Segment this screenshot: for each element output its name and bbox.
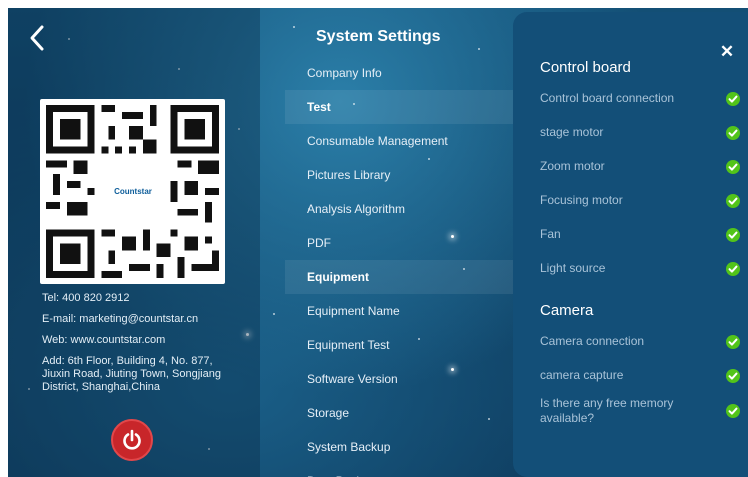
check-circle-icon [726,91,740,106]
status-label: Fan [540,227,561,241]
menu-item-system-backup[interactable]: System Backup [285,430,530,464]
menu-item-equipment-name[interactable]: Equipment Name [285,294,530,328]
status-row: Zoom motor [540,159,740,174]
chevron-left-icon [30,25,44,51]
menu-item-pdf[interactable]: PDF [285,226,530,260]
contact-email: E-mail: marketing@countstar.cn [42,313,199,325]
contact-tel: Tel: 400 820 2912 [42,292,130,304]
check-circle-icon [726,261,740,276]
power-icon [123,429,141,450]
status-row: Focusing motor [540,193,740,208]
screen: Countstar Tel: 400 820 2912 E-mail: mark… [8,8,748,477]
check-circle-icon [726,334,740,349]
qr-code: Countstar [40,99,225,284]
power-button[interactable] [111,419,153,461]
status-label: Zoom motor [540,159,605,173]
close-icon: ✕ [719,42,735,61]
contact-address: Add: 6th Floor, Building 4, No. 877, Jiu… [42,355,221,393]
contact-web: Web: www.countstar.com [42,334,166,346]
status-label: Is there any free memory available? [540,396,674,425]
status-label: Camera connection [540,334,645,348]
status-label: camera capture [540,368,624,382]
check-circle-icon [726,368,740,383]
menu-item-storage[interactable]: Storage [285,396,530,430]
menu-item-equipment-test[interactable]: Equipment Test [285,328,530,362]
status-row: Control board connection [540,91,740,106]
check-circle-icon [726,159,740,174]
equipment-test-panel: ✕ Control board Control board connection… [513,12,748,477]
page-title: System Settings [316,28,441,45]
check-circle-icon [726,125,740,140]
section-title-camera: Camera [540,302,594,319]
back-button[interactable] [24,24,50,52]
check-circle-icon [726,227,740,242]
menu-item-consumable-management[interactable]: Consumable Management [285,124,530,158]
status-row: stage motor [540,125,740,140]
section-title-control-board: Control board [540,59,631,76]
check-circle-icon [726,404,740,418]
settings-menu: Company Info Test Consumable Management … [285,56,530,477]
menu-item-software-version[interactable]: Software Version [285,362,530,396]
status-label: Focusing motor [540,193,623,207]
left-pane: Countstar Tel: 400 820 2912 E-mail: mark… [8,8,260,477]
menu-item-pictures-library[interactable]: Pictures Library [285,158,530,192]
status-label: stage motor [540,125,604,139]
menu-group-test: Test [285,90,530,124]
menu-item-analysis-algorithm[interactable]: Analysis Algorithm [285,192,530,226]
check-circle-icon [726,193,740,208]
status-row: Light source [540,261,740,276]
status-row: Fan [540,227,740,242]
close-button[interactable]: ✕ [718,42,736,61]
menu-item-data-backup[interactable]: Data Backup [285,464,530,477]
status-label: Light source [540,261,606,275]
menu-group-equipment: Equipment [285,260,530,294]
status-row: Is there any free memory available? [540,396,740,426]
countstar-logo: Countstar [107,175,159,207]
status-row: camera capture [540,368,740,383]
status-label: Control board connection [540,91,675,105]
menu-item-company-info[interactable]: Company Info [285,56,530,90]
status-row: Camera connection [540,334,740,349]
